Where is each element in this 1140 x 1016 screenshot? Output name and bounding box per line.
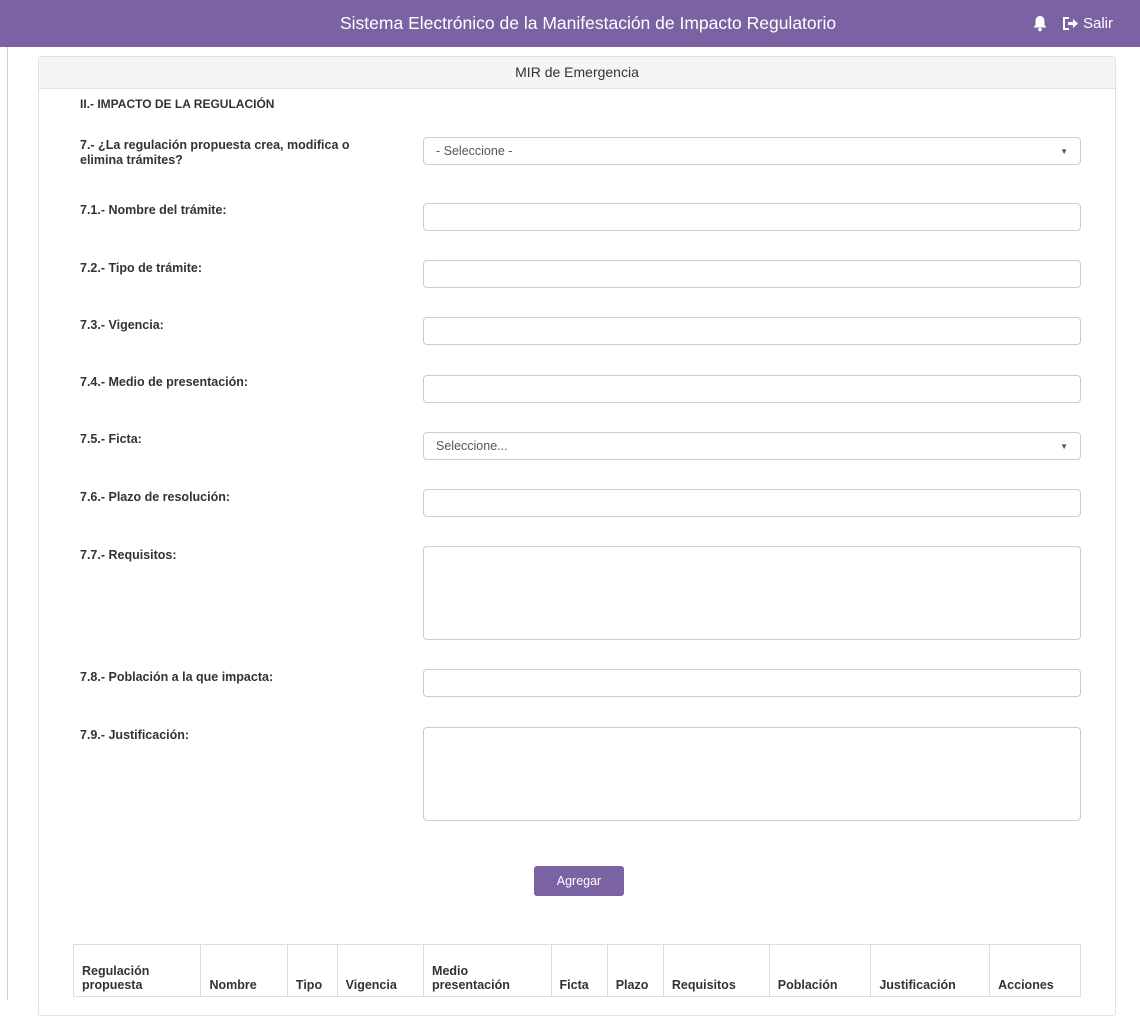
q7-7-label: 7.7.- Requisitos: xyxy=(80,548,177,562)
nombre-tramite-input[interactable] xyxy=(423,203,1081,231)
panel-title: MIR de Emergencia xyxy=(39,57,1115,89)
q7-6-label: 7.6.- Plazo de resolución: xyxy=(80,490,231,504)
ficta-selected-value: Seleccione... xyxy=(436,439,508,453)
justificacion-textarea[interactable] xyxy=(423,727,1081,821)
requisitos-textarea[interactable] xyxy=(423,546,1081,640)
col-vigencia: Vigencia xyxy=(336,944,425,997)
poblacion-input[interactable] xyxy=(423,669,1081,697)
q7-1-label: 7.1.- Nombre del trámite: xyxy=(80,203,227,217)
logout-label: Salir xyxy=(1083,15,1114,32)
ficta-select[interactable]: Seleccione... ▼ xyxy=(423,432,1081,460)
col-requisitos: Requisitos xyxy=(662,944,770,997)
col-justificacion: Justificación xyxy=(870,944,991,997)
logout-button[interactable]: Salir xyxy=(1062,0,1113,47)
q7-2-label: 7.2.- Tipo de trámite: xyxy=(80,261,203,275)
medio-presentacion-input[interactable] xyxy=(423,375,1081,403)
q7-8-label: 7.8.- Población a la que impacta: xyxy=(80,670,274,684)
caret-down-icon: ▼ xyxy=(1060,146,1068,156)
system-title: Sistema Electrónico de la Manifestación … xyxy=(340,13,837,33)
q7-5-label: 7.5.- Ficta: xyxy=(80,432,142,446)
col-acciones: Acciones xyxy=(989,944,1081,997)
q7-selected-value: - Seleccione - xyxy=(436,144,513,158)
col-regulacion-propuesta: Regulación propuesta xyxy=(72,944,202,997)
q7-4-label: 7.4.- Medio de presentación: xyxy=(80,375,249,389)
mir-panel: MIR de Emergencia II.- IMPACTO DE LA REG… xyxy=(38,56,1116,1016)
col-poblacion: Población xyxy=(768,944,872,997)
q7-3-label: 7.3.- Vigencia: xyxy=(80,318,164,332)
add-button[interactable]: Agregar xyxy=(534,866,624,896)
caret-down-icon: ▼ xyxy=(1060,441,1068,451)
top-navbar: Sistema Electrónico de la Manifestación … xyxy=(0,0,1140,47)
col-plazo: Plazo xyxy=(606,944,664,997)
tipo-tramite-input[interactable] xyxy=(423,260,1081,288)
tramites-table: Regulación propuesta Nombre Tipo Vigenci… xyxy=(72,944,1081,997)
left-border-line xyxy=(7,47,8,1000)
bell-icon[interactable] xyxy=(1032,15,1048,32)
sign-out-icon xyxy=(1063,17,1078,30)
col-nombre: Nombre xyxy=(200,944,288,997)
col-ficta: Ficta xyxy=(550,944,608,997)
plazo-resolucion-input[interactable] xyxy=(423,489,1081,517)
table-header-row: Regulación propuesta Nombre Tipo Vigenci… xyxy=(72,944,1081,997)
q7-label: 7.- ¿La regulación propuesta crea, modif… xyxy=(80,138,350,167)
col-tipo: Tipo xyxy=(286,944,338,997)
q7-9-label: 7.9.- Justificación: xyxy=(80,728,190,742)
section-title: II.- IMPACTO DE LA REGULACIÓN xyxy=(80,97,275,111)
vigencia-input[interactable] xyxy=(423,317,1081,345)
q7-select[interactable]: - Seleccione - ▼ xyxy=(423,137,1081,165)
col-medio-presentacion: Medio presentación xyxy=(423,944,552,997)
